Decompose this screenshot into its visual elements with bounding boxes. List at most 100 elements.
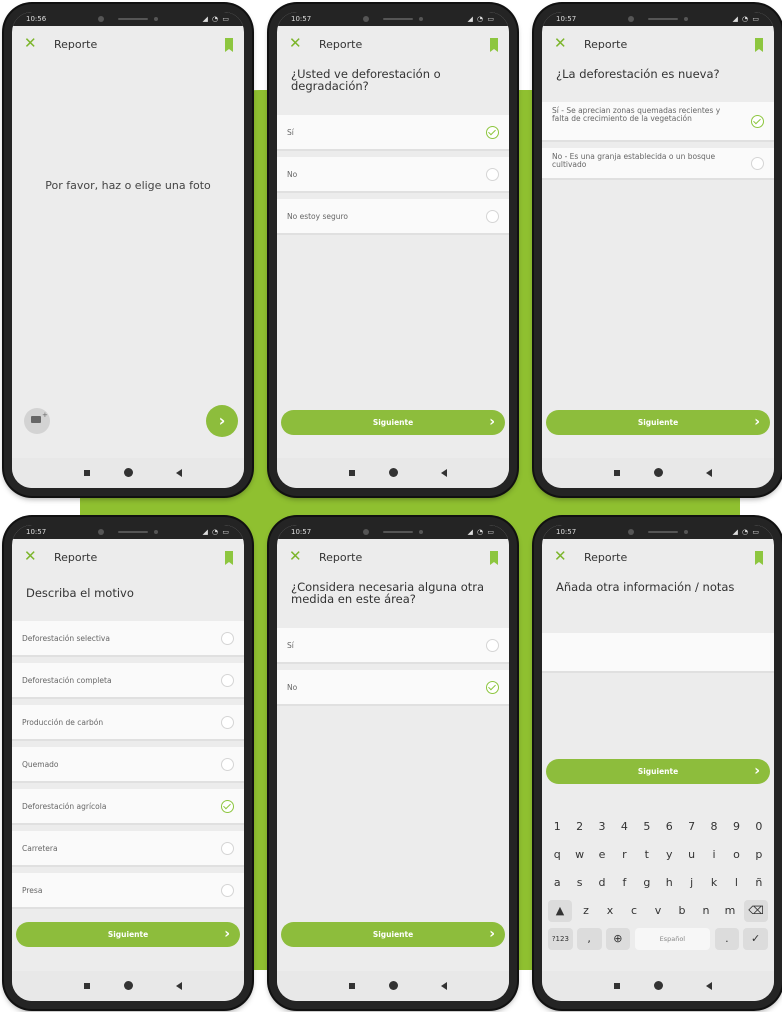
key[interactable]: n bbox=[694, 900, 718, 922]
key[interactable]: j bbox=[680, 872, 702, 894]
next-button[interactable]: Siguiente › bbox=[281, 922, 505, 947]
bookmark-icon[interactable] bbox=[490, 38, 498, 52]
key[interactable]: l bbox=[725, 872, 747, 894]
key[interactable]: 9 bbox=[725, 816, 747, 838]
option-produccion-carbon[interactable]: Producción de carbón bbox=[12, 705, 244, 741]
key[interactable]: h bbox=[658, 872, 680, 894]
radio-icon[interactable] bbox=[486, 168, 499, 181]
comma-key[interactable]: , bbox=[576, 928, 602, 950]
radio-checked-icon[interactable] bbox=[751, 115, 764, 128]
close-icon[interactable]: ✕ bbox=[289, 36, 302, 51]
key[interactable]: v bbox=[646, 900, 670, 922]
key[interactable]: d bbox=[591, 872, 613, 894]
key[interactable]: c bbox=[622, 900, 646, 922]
recents-icon[interactable] bbox=[349, 983, 355, 989]
key[interactable]: 3 bbox=[591, 816, 613, 838]
bookmark-icon[interactable] bbox=[490, 551, 498, 565]
key[interactable]: p bbox=[748, 844, 770, 866]
recents-icon[interactable] bbox=[84, 470, 90, 476]
key[interactable]: m bbox=[718, 900, 742, 922]
option-deforestacion-completa[interactable]: Deforestación completa bbox=[12, 663, 244, 699]
radio-icon[interactable] bbox=[221, 716, 234, 729]
back-icon[interactable] bbox=[441, 982, 447, 990]
option-presa[interactable]: Presa bbox=[12, 873, 244, 909]
option-deforestacion-agricola[interactable]: Deforestación agrícola bbox=[12, 789, 244, 825]
next-button[interactable]: Siguiente › bbox=[546, 410, 770, 435]
period-key[interactable]: . bbox=[714, 928, 740, 950]
radio-icon[interactable] bbox=[221, 632, 234, 645]
next-fab-button[interactable]: › bbox=[206, 405, 238, 437]
bookmark-icon[interactable] bbox=[225, 551, 233, 565]
space-bar[interactable]: Español bbox=[635, 928, 710, 950]
globe-icon[interactable]: ⊕ bbox=[605, 928, 631, 950]
back-icon[interactable] bbox=[176, 469, 182, 477]
key[interactable]: r bbox=[613, 844, 635, 866]
radio-icon[interactable] bbox=[221, 842, 234, 855]
option-no-estoy-seguro[interactable]: No estoy seguro bbox=[277, 199, 509, 235]
shift-icon[interactable]: ▲ bbox=[548, 900, 572, 922]
key[interactable]: q bbox=[546, 844, 568, 866]
option-quemado[interactable]: Quemado bbox=[12, 747, 244, 783]
radio-icon[interactable] bbox=[221, 674, 234, 687]
back-icon[interactable] bbox=[706, 469, 712, 477]
key[interactable]: 1 bbox=[546, 816, 568, 838]
close-icon[interactable]: ✕ bbox=[554, 549, 567, 564]
key[interactable]: w bbox=[568, 844, 590, 866]
option-si[interactable]: Sí - Se aprecian zonas quemadas reciente… bbox=[542, 102, 774, 142]
recents-icon[interactable] bbox=[84, 983, 90, 989]
key[interactable]: 4 bbox=[613, 816, 635, 838]
key[interactable]: x bbox=[598, 900, 622, 922]
checkmark-icon[interactable]: ✓ bbox=[743, 928, 768, 950]
option-no[interactable]: No bbox=[277, 670, 509, 706]
radio-icon[interactable] bbox=[221, 884, 234, 897]
back-icon[interactable] bbox=[176, 982, 182, 990]
radio-icon[interactable] bbox=[751, 157, 764, 170]
back-icon[interactable] bbox=[706, 982, 712, 990]
radio-checked-icon[interactable] bbox=[221, 800, 234, 813]
key[interactable]: 5 bbox=[636, 816, 658, 838]
bookmark-icon[interactable] bbox=[225, 38, 233, 52]
key[interactable]: g bbox=[636, 872, 658, 894]
bookmark-icon[interactable] bbox=[755, 551, 763, 565]
home-icon[interactable] bbox=[124, 981, 133, 990]
key[interactable]: t bbox=[636, 844, 658, 866]
home-icon[interactable] bbox=[654, 468, 663, 477]
key[interactable]: y bbox=[658, 844, 680, 866]
next-button[interactable]: Siguiente › bbox=[281, 410, 505, 435]
radio-icon[interactable] bbox=[486, 210, 499, 223]
option-si[interactable]: Sí bbox=[277, 115, 509, 151]
radio-checked-icon[interactable] bbox=[486, 681, 499, 694]
key[interactable]: 7 bbox=[680, 816, 702, 838]
radio-icon[interactable] bbox=[221, 758, 234, 771]
option-deforestacion-selectiva[interactable]: Deforestación selectiva bbox=[12, 621, 244, 657]
key[interactable]: u bbox=[680, 844, 702, 866]
next-button[interactable]: Siguiente › bbox=[16, 922, 240, 947]
key[interactable]: f bbox=[613, 872, 635, 894]
back-icon[interactable] bbox=[441, 469, 447, 477]
key[interactable]: 6 bbox=[658, 816, 680, 838]
key[interactable]: e bbox=[591, 844, 613, 866]
key[interactable]: s bbox=[568, 872, 590, 894]
key[interactable]: 2 bbox=[568, 816, 590, 838]
home-icon[interactable] bbox=[389, 468, 398, 477]
option-no[interactable]: No - Es una granja establecida o un bosq… bbox=[542, 148, 774, 180]
key[interactable]: i bbox=[703, 844, 725, 866]
bookmark-icon[interactable] bbox=[755, 38, 763, 52]
key[interactable]: z bbox=[574, 900, 598, 922]
radio-checked-icon[interactable] bbox=[486, 126, 499, 139]
next-button[interactable]: Siguiente › bbox=[546, 759, 770, 784]
key[interactable]: 8 bbox=[703, 816, 725, 838]
option-carretera[interactable]: Carretera bbox=[12, 831, 244, 867]
close-icon[interactable]: ✕ bbox=[554, 36, 567, 51]
recents-icon[interactable] bbox=[614, 983, 620, 989]
home-icon[interactable] bbox=[654, 981, 663, 990]
home-icon[interactable] bbox=[389, 981, 398, 990]
radio-icon[interactable] bbox=[486, 639, 499, 652]
option-si[interactable]: Sí bbox=[277, 628, 509, 664]
recents-icon[interactable] bbox=[614, 470, 620, 476]
symbols-key[interactable]: ?123 bbox=[548, 928, 573, 950]
close-icon[interactable]: ✕ bbox=[24, 36, 37, 51]
home-icon[interactable] bbox=[124, 468, 133, 477]
close-icon[interactable]: ✕ bbox=[289, 549, 302, 564]
key[interactable]: k bbox=[703, 872, 725, 894]
